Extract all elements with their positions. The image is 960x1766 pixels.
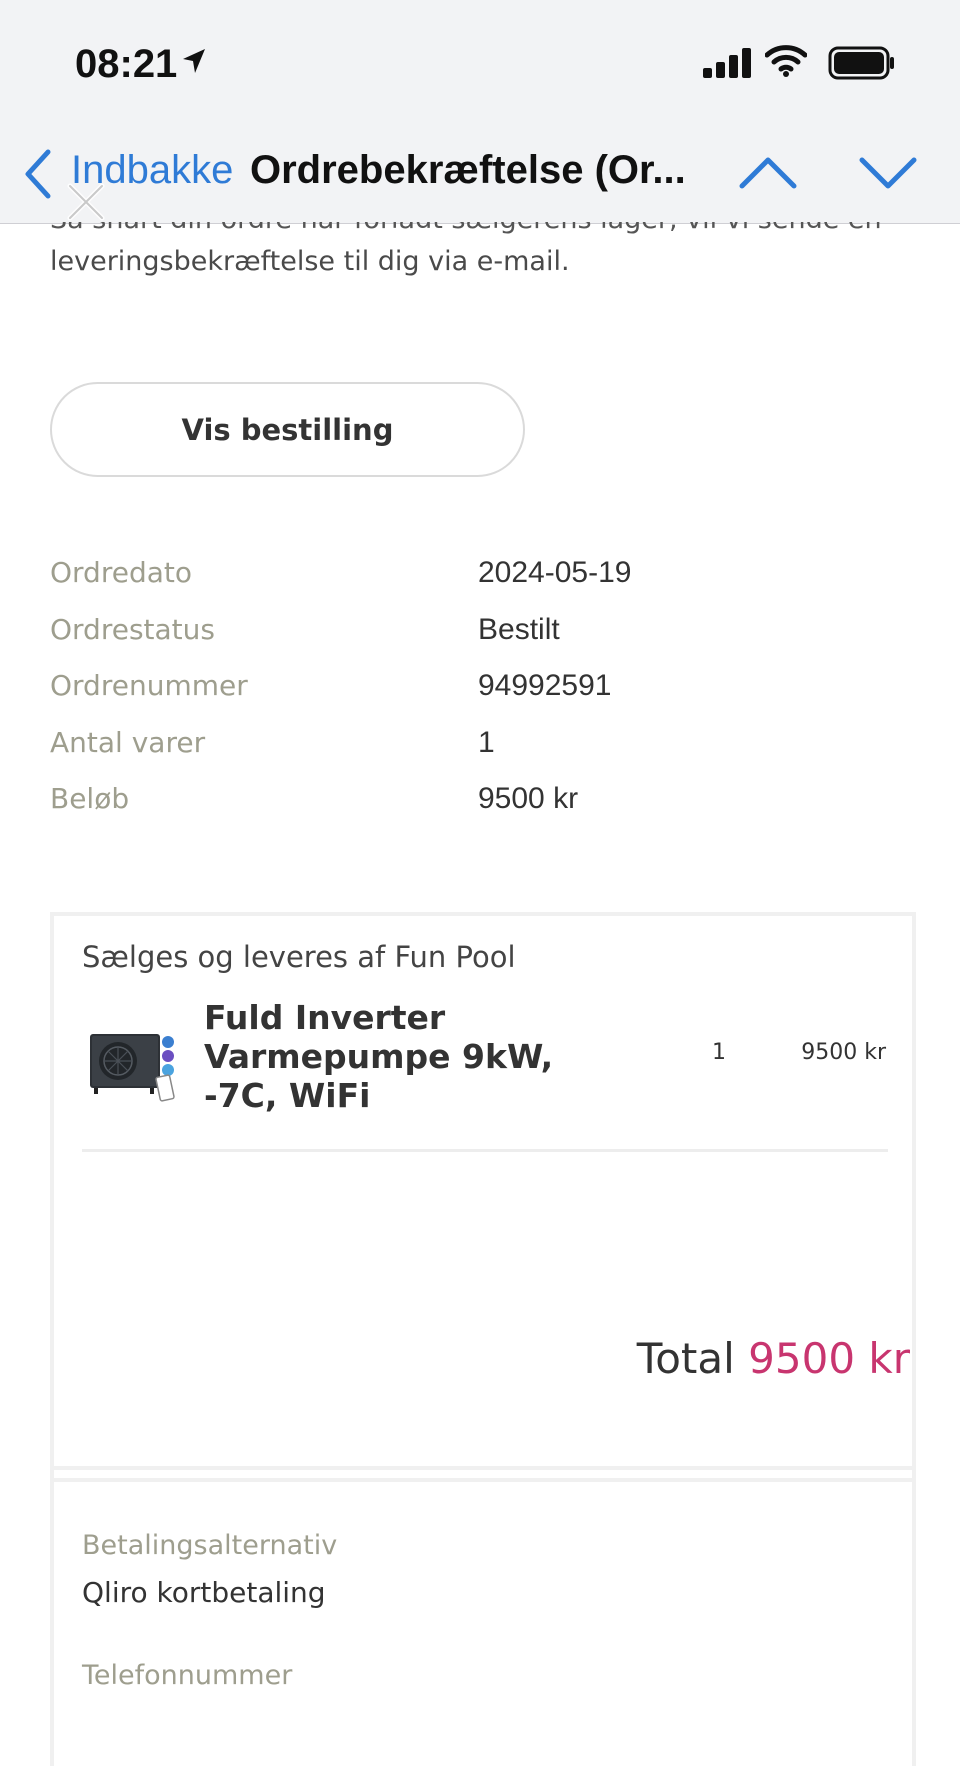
- detail-label: Ordrestatus: [50, 612, 215, 646]
- detail-row: Beløb 9500 kr: [50, 782, 910, 839]
- detail-row: Ordrestatus Bestilt: [50, 613, 910, 670]
- view-order-button[interactable]: Vis bestilling: [50, 382, 525, 477]
- product-price: 9500 kr: [801, 1040, 886, 1065]
- detail-value: 2024-05-19: [478, 556, 632, 589]
- status-bar: 08:21: [0, 0, 960, 130]
- close-icon[interactable]: [64, 180, 108, 228]
- detail-row: Antal varer 1: [50, 726, 910, 783]
- mail-nav-bar: Indbakke Ordrebekræftelse (Or...: [0, 130, 960, 224]
- detail-row: Ordredato 2024-05-19: [50, 556, 910, 613]
- detail-label: Beløb: [50, 782, 130, 815]
- total-label: Total: [636, 1334, 735, 1383]
- phone-number-label: Telefonnummer: [82, 1660, 293, 1691]
- total-amount: 9500 kr: [748, 1334, 910, 1383]
- battery-icon: [828, 46, 896, 84]
- detail-value: 9500 kr: [478, 782, 579, 815]
- seller-title: Sælges og leveres af Fun Pool: [82, 940, 516, 974]
- detail-label: Ordrenummer: [50, 669, 248, 702]
- order-total: Total 9500 kr: [637, 1334, 910, 1383]
- next-message-icon[interactable]: [858, 148, 918, 202]
- product-image[interactable]: [88, 1020, 180, 1104]
- detail-value: Bestilt: [478, 612, 560, 646]
- email-subject-title: Ordrebekræftelse (Or...: [250, 148, 686, 192]
- location-arrow-icon: [181, 40, 207, 85]
- order-details: Ordredato 2024-05-19 Ordrestatus Bestilt…: [50, 556, 910, 839]
- back-chevron-icon[interactable]: [20, 146, 54, 206]
- intro-text: leveringsbekræftelse til dig via e-mail.: [50, 246, 570, 277]
- product-name[interactable]: Fuld Inverter Varmepumpe 9kW, -7C, WiFi: [204, 998, 624, 1115]
- divider: [82, 1149, 888, 1152]
- payment-method-value: Qliro kortbetaling: [82, 1576, 326, 1609]
- payment-box: Betalingsalternativ Qliro kortbetaling T…: [50, 1466, 916, 1766]
- seller-box: Sælges og leveres af Fun Pool Fuld Inver…: [50, 912, 916, 1482]
- detail-value: 94992591: [478, 669, 612, 702]
- status-time: 08:21: [75, 40, 207, 87]
- detail-row: Ordrenummer 94992591: [50, 669, 910, 726]
- status-time-text: 08:21: [75, 42, 178, 86]
- previous-message-icon[interactable]: [738, 148, 798, 202]
- cellular-signal-icon: [703, 48, 751, 78]
- detail-label: Ordredato: [50, 556, 192, 589]
- detail-value: 1: [478, 725, 495, 759]
- payment-method-label: Betalingsalternativ: [82, 1530, 338, 1561]
- product-quantity: 1: [712, 1040, 726, 1065]
- detail-label: Antal varer: [50, 725, 206, 759]
- wifi-icon: [764, 44, 808, 82]
